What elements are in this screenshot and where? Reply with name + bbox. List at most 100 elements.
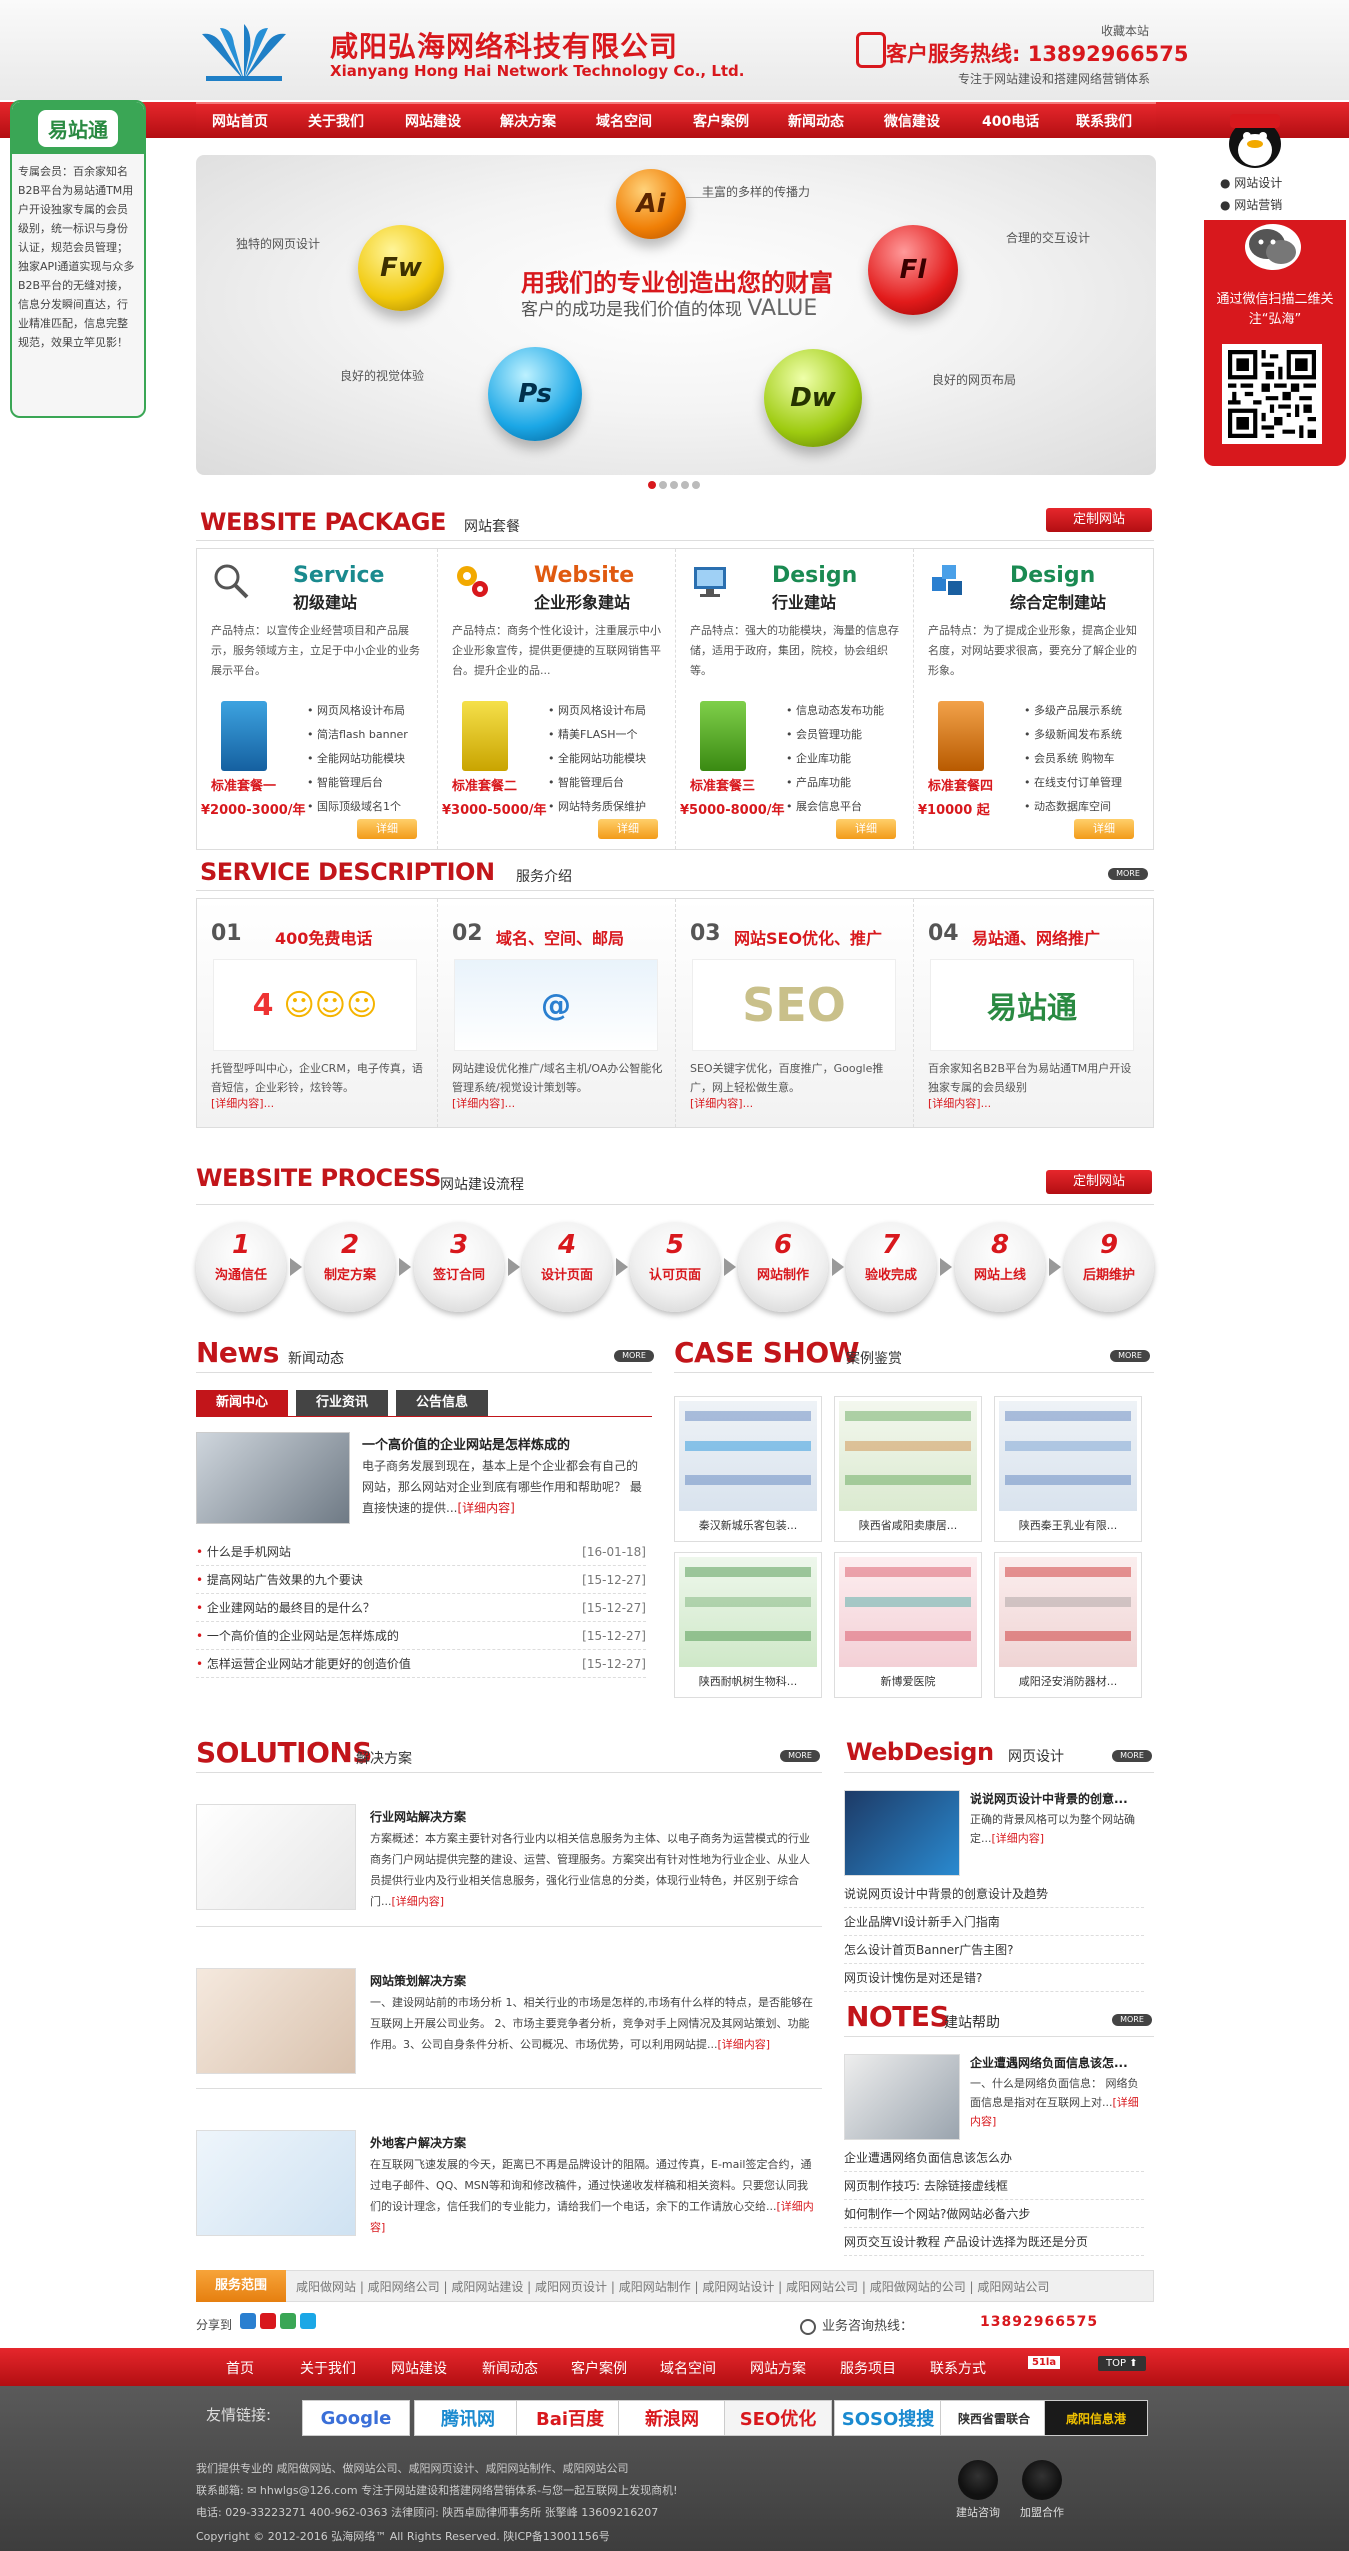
friend-link-shaanxi[interactable]: 陕西省雷联合 xyxy=(940,2400,1048,2436)
stats-badge[interactable]: 51la xyxy=(1028,2356,1061,2369)
nav-item-domain[interactable]: 域名空间 xyxy=(596,111,652,131)
cases-more-button[interactable]: MORE xyxy=(1110,1350,1150,1362)
banner-pager[interactable] xyxy=(648,478,708,489)
news-more-button[interactable]: MORE xyxy=(614,1350,654,1362)
share-weibo-icon[interactable] xyxy=(260,2313,276,2329)
solution-more-link[interactable]: [详细内容] xyxy=(718,2038,771,2051)
nav-item-wechat[interactable]: 微信建设 xyxy=(884,111,940,131)
notes-list-item[interactable]: 企业遭遇网络负面信息该怎么办 xyxy=(844,2144,1144,2172)
notes-list-item[interactable]: 网页制作技巧: 去除链接虚线框 xyxy=(844,2172,1144,2200)
qq-consult-label[interactable]: 建站咨询 xyxy=(956,2504,1000,2520)
footer-nav-item[interactable]: 首页 xyxy=(226,2358,254,2378)
webdesign-featured-more[interactable]: [详细内容] xyxy=(992,1832,1045,1845)
tab-industry[interactable]: 行业资讯 xyxy=(296,1390,388,1416)
nav-item-about[interactable]: 关于我们 xyxy=(308,111,364,131)
service-more-link[interactable]: [详细内容]... xyxy=(928,1095,991,1111)
service-more-link[interactable]: [详细内容]... xyxy=(690,1095,753,1111)
news-list-item[interactable]: 企业建网站的最终目的是什么？ [15-12-27] xyxy=(196,1594,646,1622)
footer-nav-item[interactable]: 网站方案 xyxy=(750,2358,806,2378)
package-card[interactable]: Website 企业形象建站 产品特点：商务个性化设计，注重展示中小企业形象宣传… xyxy=(437,549,675,849)
qq-join-icon[interactable] xyxy=(1022,2460,1062,2500)
solution-more-link[interactable]: [详细内容] xyxy=(392,1895,445,1908)
news-featured-more[interactable]: [详细内容] xyxy=(457,1501,514,1515)
service-card[interactable]: 01 400免费电话 4 ☺☺☺ 托管型呼叫中心，企业CRM，电子传真，语音短信，… xyxy=(197,899,435,1127)
service-range-links[interactable]: 咸阳做网站 | 咸阳网络公司 | 咸阳网站建设 | 咸阳网页设计 | 咸阳网站制… xyxy=(296,2278,1146,2295)
tab-notice[interactable]: 公告信息 xyxy=(396,1390,488,1416)
nav-item-400[interactable]: 400电话 xyxy=(982,111,1039,131)
news-item-title[interactable]: 提高网站广告效果的九个要诀 xyxy=(196,1566,363,1594)
nav-item-build[interactable]: 网站建设 xyxy=(405,111,461,131)
footer-nav-item[interactable]: 域名空间 xyxy=(660,2358,716,2378)
nav-item-contact[interactable]: 联系我们 xyxy=(1076,111,1132,131)
share-tencent-icon[interactable] xyxy=(300,2313,316,2329)
qq-consult-icon[interactable] xyxy=(958,2460,998,2500)
webdesign-more-button[interactable]: MORE xyxy=(1112,1750,1152,1762)
friend-link-qq[interactable]: 腾讯网 xyxy=(414,2400,522,2436)
news-list-item[interactable]: 一个高价值的企业网站是怎样炼成的 [15-12-27] xyxy=(196,1622,646,1650)
package-card[interactable]: Service 初级建站 产品特点：以宣传企业经营项目和产品展示，服务领域方主，… xyxy=(197,549,435,849)
solution-image-planning[interactable] xyxy=(196,1968,356,2074)
solutions-more-button[interactable]: MORE xyxy=(780,1750,820,1762)
footer-nav-item[interactable]: 服务项目 xyxy=(840,2358,896,2378)
nav-item-news[interactable]: 新闻动态 xyxy=(788,111,844,131)
webdesign-list-item[interactable]: 怎么设计首页Banner广告主图? xyxy=(844,1936,1144,1964)
friend-link-seo[interactable]: SEO优化 xyxy=(724,2400,832,2436)
footer-nav-item[interactable]: 客户案例 xyxy=(571,2358,627,2378)
friend-link-google[interactable]: Google xyxy=(302,2400,410,2436)
case-card[interactable]: 陕西省咸阳卖康居... xyxy=(834,1396,982,1542)
webdesign-featured-title[interactable]: 说说网页设计中背景的创意... xyxy=(970,1790,1128,1807)
package-card[interactable]: Design 行业建站 产品特点：强大的功能模块，海量的信息存储，适用于政府，集… xyxy=(675,549,913,849)
package-detail-button[interactable]: 详细 xyxy=(357,819,417,839)
left-float-ad[interactable]: 易站通 专属会员：百余家知名B2B平台为易站通TM用户开设独家专属的会员级别，统… xyxy=(10,100,146,418)
pager-dot[interactable] xyxy=(659,481,667,489)
service-card[interactable]: 03 网站SEO优化、推广 SEO SEO关键字优化，百度推广，Google推广… xyxy=(675,899,913,1127)
news-item-title[interactable]: 怎样运营企业网站才能更好的创造价值 xyxy=(196,1650,411,1678)
pager-dot[interactable] xyxy=(681,481,689,489)
notes-more-button[interactable]: MORE xyxy=(1112,2014,1152,2026)
case-card[interactable]: 陕西耐帆树生物科... xyxy=(674,1552,822,1698)
case-card[interactable]: 陕西秦王乳业有限... xyxy=(994,1396,1142,1542)
favorite-link[interactable]: 收藏本站 xyxy=(1101,22,1149,39)
share-wechat-icon[interactable] xyxy=(280,2313,296,2329)
service-more-link[interactable]: [详细内容]... xyxy=(211,1095,274,1111)
case-card[interactable]: 秦汉新城乐客包装... xyxy=(674,1396,822,1542)
service-card[interactable]: 04 易站通、网络推广 易站通 百余家知名B2B平台为易站通TM用户开设独家专属… xyxy=(913,899,1151,1127)
news-list-item[interactable]: 什么是手机网站 [16-01-18] xyxy=(196,1538,646,1566)
webdesign-featured-image[interactable] xyxy=(844,1790,960,1876)
friend-link-soso[interactable]: SOSO搜搜 xyxy=(834,2400,942,2436)
share-qzone-icon[interactable] xyxy=(240,2313,256,2329)
notes-featured-title[interactable]: 企业遭遇网络负面信息该怎... xyxy=(970,2054,1128,2071)
nav-item-home[interactable]: 网站首页 xyxy=(212,111,268,131)
news-item-title[interactable]: 企业建网站的最终目的是什么？ xyxy=(196,1594,375,1622)
news-list-item[interactable]: 提高网站广告效果的九个要诀 [15-12-27] xyxy=(196,1566,646,1594)
footer-nav-item[interactable]: 新闻动态 xyxy=(482,2358,538,2378)
webdesign-list-item[interactable]: 说说网页设计中背景的创意设计及趋势 xyxy=(844,1880,1144,1908)
solution-title[interactable]: 外地客户解决方案 xyxy=(370,2134,466,2151)
package-detail-button[interactable]: 详细 xyxy=(598,819,658,839)
pager-dot[interactable] xyxy=(692,481,700,489)
case-card[interactable]: 新博爱医院 xyxy=(834,1552,982,1698)
nav-item-solutions[interactable]: 解决方案 xyxy=(500,111,556,131)
notes-list-item[interactable]: 如何制作一个网站?做网站必备六步 xyxy=(844,2200,1144,2228)
service-more-button[interactable]: MORE xyxy=(1108,868,1148,880)
footer-nav-item[interactable]: 网站建设 xyxy=(391,2358,447,2378)
news-list-item[interactable]: 怎样运营企业网站才能更好的创造价值 [15-12-27] xyxy=(196,1650,646,1678)
back-to-top-button[interactable]: TOP ⬆ xyxy=(1098,2356,1146,2371)
solution-image-remote[interactable] xyxy=(196,2130,356,2236)
package-detail-button[interactable]: 详细 xyxy=(836,819,896,839)
news-item-title[interactable]: 什么是手机网站 xyxy=(196,1538,291,1566)
friend-link-xianyang[interactable]: 咸阳信息港 xyxy=(1044,2400,1148,2436)
package-detail-button[interactable]: 详细 xyxy=(1074,819,1134,839)
notes-featured-image[interactable] xyxy=(844,2054,960,2140)
webdesign-list-item[interactable]: 网页设计愧伤是对还是错? xyxy=(844,1964,1144,1992)
qq-join-label[interactable]: 加盟合作 xyxy=(1020,2504,1064,2520)
footer-nav-item[interactable]: 关于我们 xyxy=(300,2358,356,2378)
pager-dot[interactable] xyxy=(648,481,656,489)
package-card[interactable]: Design 综合定制建站 产品特点：为了提成企业形象，提高企业知名度，对网站要… xyxy=(913,549,1151,849)
friend-link-baidu[interactable]: Bai百度 xyxy=(516,2400,624,2436)
custom-site-button[interactable]: 定制网站 xyxy=(1046,508,1152,532)
webdesign-list-item[interactable]: 企业品牌VI设计新手入门指南 xyxy=(844,1908,1144,1936)
qq-link-marketing[interactable]: ● 网站营销 xyxy=(1220,196,1283,213)
tab-news-center[interactable]: 新闻中心 xyxy=(196,1390,288,1416)
news-featured-image[interactable] xyxy=(196,1432,350,1524)
